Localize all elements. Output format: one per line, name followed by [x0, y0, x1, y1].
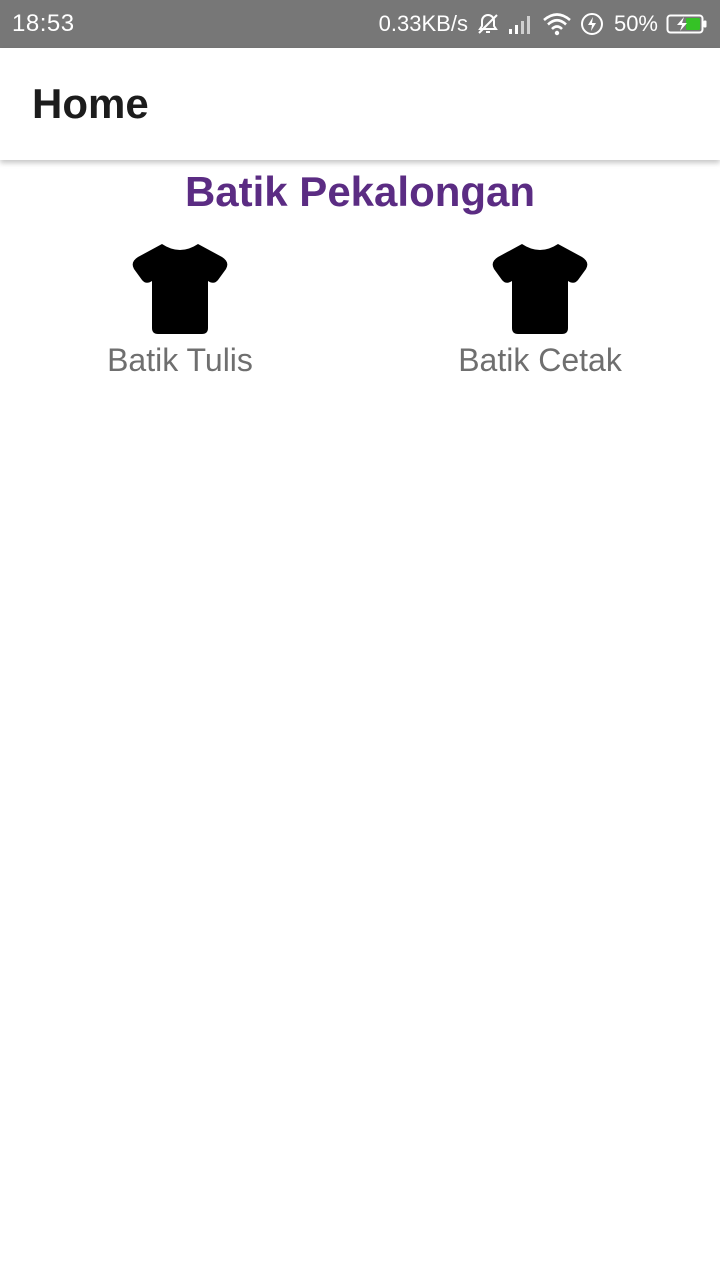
- section-heading: Batik Pekalongan: [184, 168, 536, 215]
- status-time: 18:53: [12, 10, 75, 37]
- category-label: Batik Tulis: [107, 342, 253, 378]
- page-title: Home: [32, 80, 149, 127]
- category-batik-cetak[interactable]: Batik Cetak: [360, 242, 720, 379]
- network-speed: 0.33KB/s: [378, 11, 468, 36]
- app-bar: Home: [0, 48, 720, 160]
- alarm-off-icon: [476, 12, 500, 36]
- category-grid: Batik Tulis Batik Cetak: [0, 242, 720, 379]
- battery-icon: [666, 13, 708, 35]
- wifi-icon: [542, 12, 572, 36]
- screen: 18:53 0.33KB/s 50% Home Batik Pekalongan…: [0, 0, 720, 1280]
- status-icons: 0.33KB/s 50%: [379, 11, 708, 37]
- main-content: Batik Pekalongan Batik Tulis Batik Cetak: [0, 160, 720, 1280]
- tshirt-icon: [132, 244, 228, 334]
- tshirt-icon: [492, 244, 588, 334]
- battery-percent: 50%: [613, 11, 658, 36]
- status-bar: 18:53 0.33KB/s 50%: [0, 0, 720, 48]
- category-batik-tulis[interactable]: Batik Tulis: [0, 242, 360, 379]
- signal-icon: [508, 13, 534, 35]
- category-label: Batik Cetak: [458, 342, 622, 378]
- charging-icon: [580, 12, 604, 36]
